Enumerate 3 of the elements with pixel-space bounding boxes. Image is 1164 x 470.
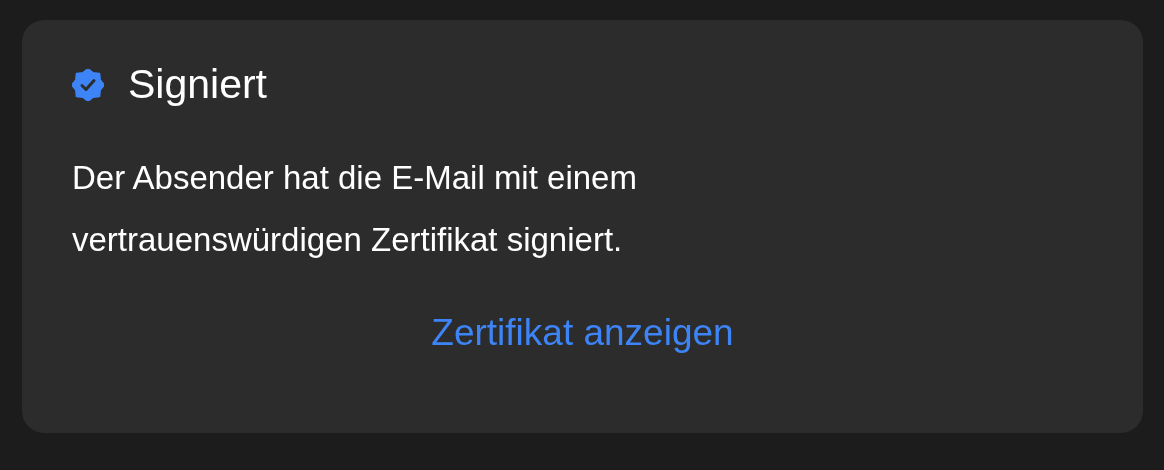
card-title: Signiert <box>128 60 267 109</box>
view-certificate-link[interactable]: Zertifikat anzeigen <box>431 305 734 361</box>
message-text: Der Absender hat die E-Mail mit einem vertrauenswürdigen Zertifikat signiert. <box>72 158 638 261</box>
